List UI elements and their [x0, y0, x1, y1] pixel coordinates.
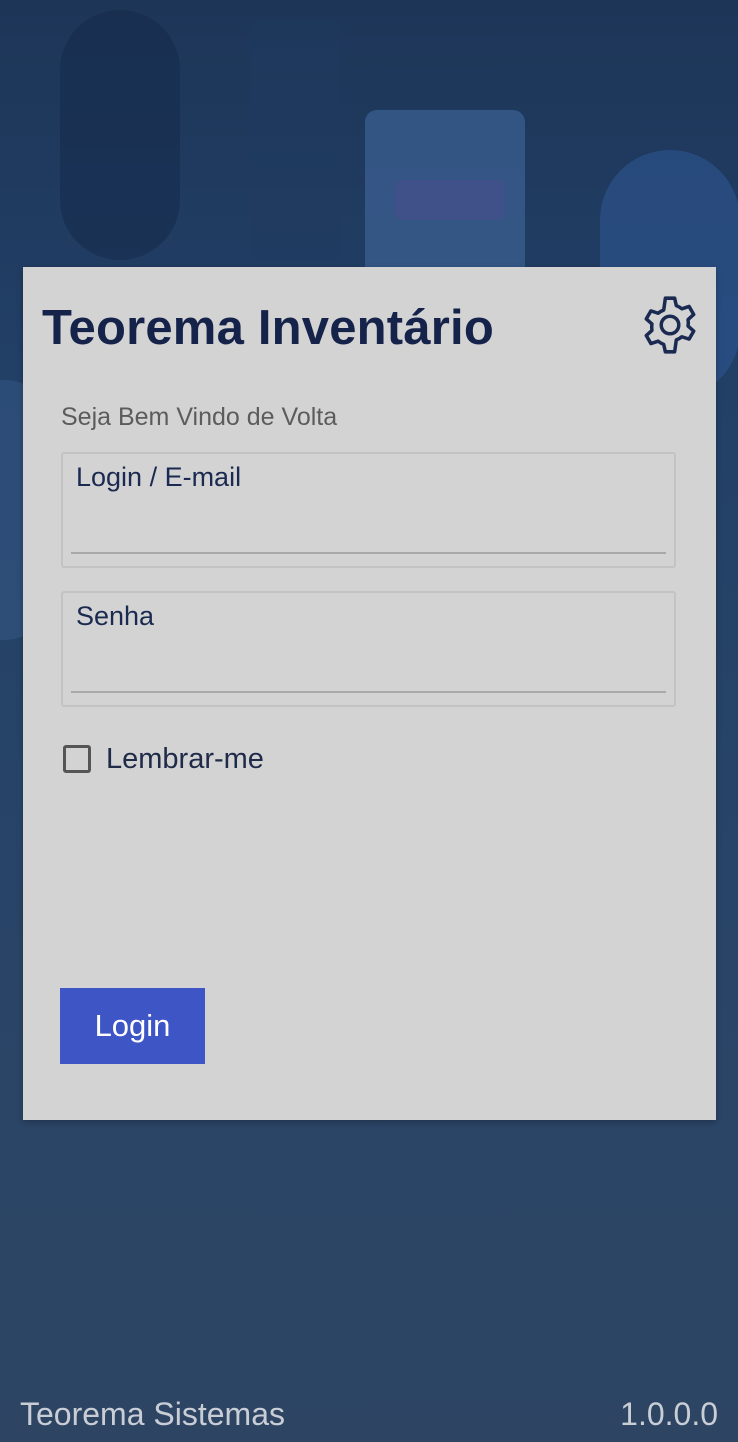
login-screen: Teorema Inventário Seja Bem Vindo de Vol…: [0, 0, 738, 1442]
settings-button[interactable]: [637, 292, 703, 358]
company-name: Teorema Sistemas: [20, 1396, 285, 1432]
background-blur-shape: [250, 20, 340, 260]
password-field[interactable]: Senha: [61, 591, 676, 707]
gear-icon: [644, 296, 696, 354]
background-blur-shape: [60, 10, 180, 260]
login-card: Teorema Inventário Seja Bem Vindo de Vol…: [23, 267, 716, 1120]
login-button[interactable]: Login: [60, 988, 205, 1064]
remember-me-label: Lembrar-me: [106, 742, 264, 775]
password-input[interactable]: [71, 645, 666, 693]
app-title: Teorema Inventário: [42, 301, 494, 355]
remember-me-checkbox[interactable]: [63, 745, 91, 773]
welcome-text: Seja Bem Vindo de Volta: [61, 403, 338, 431]
password-field-label: Senha: [76, 601, 155, 631]
remember-me-toggle[interactable]: Lembrar-me: [63, 739, 264, 779]
login-input[interactable]: [71, 506, 666, 554]
login-field-label: Login / E-mail: [76, 462, 242, 492]
app-version: 1.0.0.0: [620, 1396, 718, 1432]
login-field[interactable]: Login / E-mail: [61, 452, 676, 568]
background-blur-shape: [395, 180, 505, 220]
